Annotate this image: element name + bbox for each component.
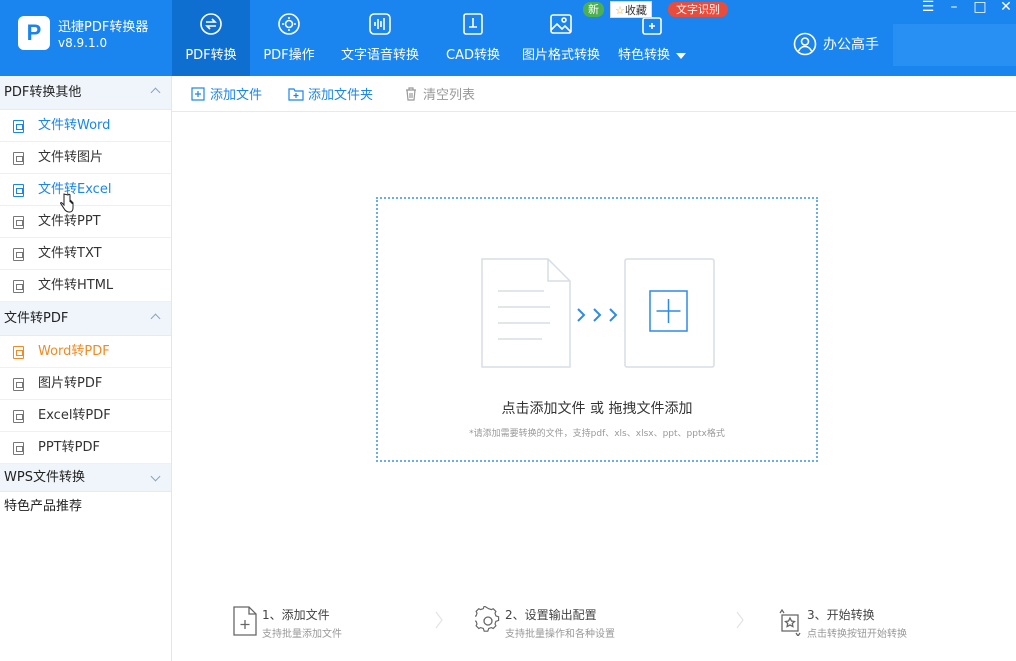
dropzone-title: 点击添加文件 或 拖拽文件添加 xyxy=(501,401,693,417)
minimize-icon[interactable]: – xyxy=(942,0,966,16)
sidebar-item-image-to-pdf[interactable]: 图片转PDF xyxy=(0,368,171,400)
ocr-button[interactable]: 文字识别 xyxy=(668,2,728,17)
sidebar-item-file-to-image[interactable]: 文件转图片 xyxy=(0,142,171,174)
add-file-icon xyxy=(233,606,257,636)
convert-icon xyxy=(200,13,222,35)
user-info-area xyxy=(893,24,1016,66)
word-file-icon xyxy=(13,120,24,133)
word-file-icon xyxy=(13,346,24,359)
add-file-button[interactable]: 添加文件 xyxy=(190,84,262,103)
audio-wave-icon xyxy=(369,13,391,35)
user-avatar-icon xyxy=(793,32,817,56)
mouse-cursor-icon xyxy=(60,193,74,213)
favorite-button[interactable]: ☆收藏 xyxy=(610,1,652,18)
sidebar-item-excel-to-pdf[interactable]: Excel转PDF xyxy=(0,400,171,432)
ppt-file-icon xyxy=(13,216,24,229)
sidebar-item-file-to-ppt[interactable]: 文件转PPT xyxy=(0,206,171,238)
chevron-down-icon xyxy=(150,471,161,482)
clear-list-button[interactable]: 清空列表 xyxy=(403,84,475,103)
close-icon[interactable]: ✕ xyxy=(994,0,1016,16)
caret-down-icon xyxy=(676,52,686,59)
sidebar-item-ppt-to-pdf[interactable]: PPT转PDF xyxy=(0,432,171,464)
file-toolbar: 添加文件 添加文件夹 清空列表 xyxy=(172,76,1016,112)
txt-file-icon xyxy=(13,248,24,261)
document-convert-illustration xyxy=(481,258,715,368)
excel-file-icon xyxy=(13,184,24,197)
sidebar-item-file-to-excel[interactable]: 文件转Excel xyxy=(0,174,171,206)
nav-tab-pdf-operations[interactable]: PDF操作 xyxy=(250,0,328,76)
nav-tab-cad-convert[interactable]: CAD转换 xyxy=(432,0,514,76)
star-icon: ☆ xyxy=(615,4,625,17)
excel-file-icon xyxy=(13,410,24,423)
chevron-up-icon xyxy=(150,313,161,324)
menu-icon[interactable]: ☰ xyxy=(916,0,940,16)
image-file-icon xyxy=(13,378,24,391)
user-label: 办公高手 xyxy=(823,37,879,53)
dropzone-hint: *请添加需要转换的文件，支持pdf、xls、xlsx、ppt、pptx格式 xyxy=(469,429,725,439)
app-logo-icon xyxy=(18,16,50,50)
add-folder-icon xyxy=(288,87,304,101)
nav-tab-pdf-convert[interactable]: PDF转换 xyxy=(172,0,250,76)
add-folder-button[interactable]: 添加文件夹 xyxy=(288,84,373,103)
image-icon xyxy=(550,14,572,34)
sidebar-item-file-to-txt[interactable]: 文件转TXT xyxy=(0,238,171,270)
nav-tab-text-speech[interactable]: 文字语音转换 xyxy=(328,0,432,76)
sidebar-group-file-to-pdf[interactable]: 文件转PDF xyxy=(0,302,171,336)
trash-icon xyxy=(406,86,417,101)
image-file-icon xyxy=(13,152,24,165)
sidebar-item-file-to-word[interactable]: 文件转Word xyxy=(0,110,171,142)
chevron-up-icon xyxy=(150,87,161,98)
sidebar-group-wps[interactable]: WPS文件转换 xyxy=(0,464,171,492)
sidebar-item-file-to-html[interactable]: 文件转HTML xyxy=(0,270,171,302)
start-convert-icon xyxy=(779,608,801,636)
cad-icon xyxy=(463,13,483,35)
ppt-file-icon xyxy=(13,442,24,455)
chevron-right-icon xyxy=(736,611,744,629)
gear-icon xyxy=(278,13,300,35)
chevron-right-icon xyxy=(435,611,443,629)
user-account[interactable]: 办公高手 xyxy=(793,32,879,56)
new-badge: 新 xyxy=(583,2,604,17)
html-file-icon xyxy=(13,280,24,293)
add-file-icon xyxy=(191,86,205,101)
sidebar: PDF转换其他 文件转Word 文件转图片 文件转Excel 文件转PPT 文件… xyxy=(0,76,172,661)
sidebar-group-pdf-to-other[interactable]: PDF转换其他 xyxy=(0,76,171,110)
file-drop-zone[interactable]: 点击添加文件 或 拖拽文件添加 *请添加需要转换的文件，支持pdf、xls、xl… xyxy=(376,197,818,462)
app-name: 迅捷PDF转换器 xyxy=(58,20,149,35)
settings-icon xyxy=(475,606,500,632)
sidebar-item-word-to-pdf[interactable]: Word转PDF xyxy=(0,336,171,368)
featured-products-label: 特色产品推荐 xyxy=(4,499,83,514)
title-bar: 迅捷PDF转换器 v8.9.1.0 PDF转换 PDF操作 文字语音转换 CAD… xyxy=(0,0,1016,76)
maximize-icon[interactable]: □ xyxy=(968,0,992,16)
app-version: v8.9.1.0 xyxy=(58,36,108,50)
